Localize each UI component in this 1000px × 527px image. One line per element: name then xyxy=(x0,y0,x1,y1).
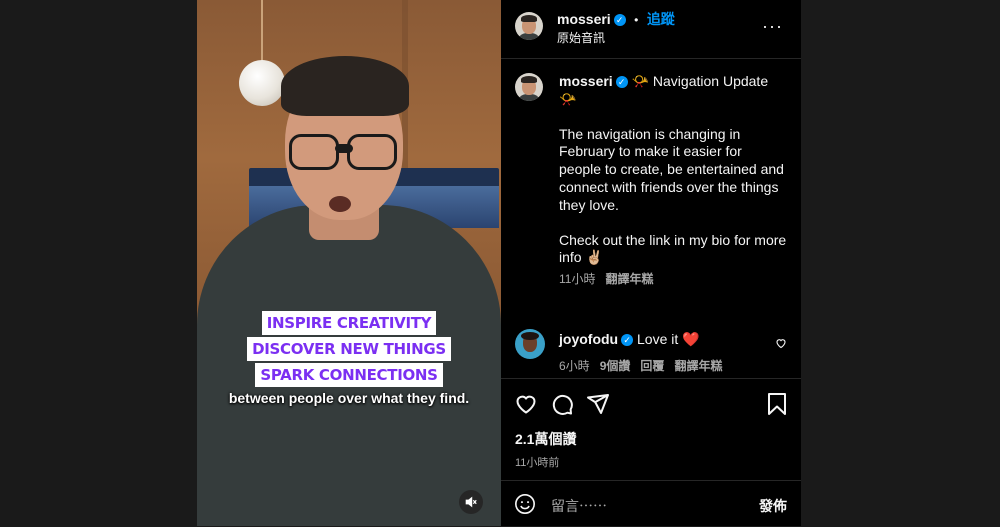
like-heart-icon[interactable] xyxy=(514,392,538,416)
reel-video[interactable]: INSPIRE CREATIVITY DISCOVER NEW THINGS S… xyxy=(197,0,501,526)
caption-line: INSPIRE CREATIVITY xyxy=(261,311,437,335)
post-modal: INSPIRE CREATIVITY DISCOVER NEW THINGS S… xyxy=(197,0,801,526)
translate-link[interactable]: 翻譯年糕 xyxy=(674,359,722,373)
verified-badge-icon: ✓ xyxy=(615,76,628,89)
more-horizontal-icon[interactable]: ··· xyxy=(762,16,783,37)
mute-button[interactable] xyxy=(459,490,483,514)
comments-scroll[interactable]: mosseri ✓ 📯 Navigation Update 📯 The navig… xyxy=(501,59,801,377)
avatar[interactable] xyxy=(515,73,543,101)
post-caption: mosseri ✓ 📯 Navigation Update 📯 The navig… xyxy=(559,73,787,289)
emoji-smiley-icon[interactable] xyxy=(514,493,536,515)
header-user-row: mosseri ✓ • 追蹤 xyxy=(557,9,675,29)
pendant-lamp xyxy=(239,60,285,106)
posted-time: 11小時前 xyxy=(515,457,560,469)
presenter-glasses xyxy=(289,134,399,170)
avatar[interactable] xyxy=(515,12,543,40)
post-paragraph: Check out the link in my bio for more in… xyxy=(559,231,787,266)
comment-bubble-icon[interactable] xyxy=(550,392,574,416)
video-captions: INSPIRE CREATIVITY DISCOVER NEW THINGS S… xyxy=(197,310,501,388)
username-link[interactable]: joyofodu xyxy=(559,331,618,347)
reply-link[interactable]: 回覆 xyxy=(640,359,664,373)
presenter-mouth xyxy=(329,196,351,212)
comment-input[interactable]: 留言⋯⋯ xyxy=(551,496,607,516)
verified-badge-icon: ✓ xyxy=(613,13,626,26)
post-details-panel: mosseri ✓ • 追蹤 原始音訊 ··· mosseri ✓ 📯 Naviga… xyxy=(501,0,801,526)
post-paragraph: The navigation is changing in February t… xyxy=(559,125,784,213)
avatar[interactable] xyxy=(515,329,545,359)
post-meta: 11小時 翻譯年糕 xyxy=(559,271,787,289)
comment-likes-link[interactable]: 9個讚 xyxy=(600,359,631,373)
original-audio-link[interactable]: 原始音訊 xyxy=(557,29,605,46)
caption-line: DISCOVER NEW THINGS xyxy=(247,337,451,361)
comment-meta: 6小時 9個讚 回覆 翻譯年糕 xyxy=(559,357,722,374)
separator-dot: • xyxy=(634,13,639,27)
comment-text: Love it ❤️ xyxy=(637,331,700,347)
translate-link[interactable]: 翻譯年糕 xyxy=(605,272,653,286)
video-subtitle: between people over what they find. xyxy=(228,390,470,406)
username-link[interactable]: mosseri xyxy=(557,11,611,27)
lamp-wire xyxy=(261,0,263,62)
share-paper-plane-icon[interactable] xyxy=(586,392,610,416)
comment-time: 6小時 xyxy=(559,359,590,373)
post-header: mosseri ✓ • 追蹤 原始音訊 ··· xyxy=(501,0,801,59)
presenter-hair xyxy=(281,56,409,116)
comment-body: joyofodu ✓ Love it ❤️ xyxy=(559,331,700,348)
comment-composer: 留言⋯⋯ 發佈 xyxy=(501,480,801,527)
likes-count[interactable]: 2.1萬個讚 xyxy=(515,429,576,449)
username-link[interactable]: mosseri xyxy=(559,73,613,89)
follow-button[interactable]: 追蹤 xyxy=(647,11,675,27)
caption-line: SPARK CONNECTIONS xyxy=(255,363,443,387)
post-time: 11小時 xyxy=(559,272,596,287)
post-comment-button[interactable]: 發佈 xyxy=(759,496,787,516)
muted-speaker-icon xyxy=(465,496,477,508)
verified-badge-icon: ✓ xyxy=(621,334,634,347)
bookmark-icon[interactable] xyxy=(766,392,788,416)
comment-heart-icon[interactable] xyxy=(775,337,787,349)
